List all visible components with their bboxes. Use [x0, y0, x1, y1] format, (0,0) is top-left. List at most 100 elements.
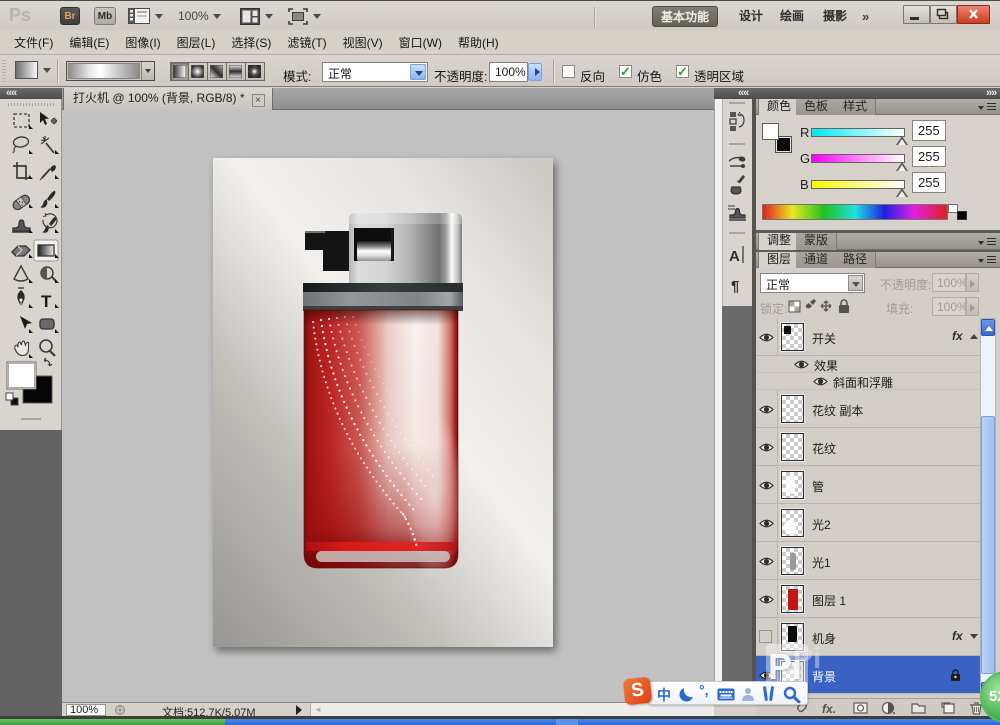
layer-visibility-toggle[interactable] — [756, 542, 778, 580]
red-value-input[interactable]: 255 — [912, 120, 946, 141]
layer-name[interactable]: 光2 — [812, 516, 831, 533]
dock-collapse-icon[interactable]: «« — [738, 87, 748, 99]
tab-adjustments[interactable]: 调整 — [758, 233, 800, 250]
ime-user-icon[interactable] — [741, 687, 755, 702]
new-adjustment-icon[interactable] — [883, 703, 896, 715]
layer-thumbnail[interactable] — [781, 585, 804, 613]
minibridge-dropdown-arrow[interactable] — [155, 14, 163, 19]
layer-name[interactable]: 管 — [812, 478, 824, 495]
layer-effects-row[interactable]: 效果 — [756, 356, 980, 373]
arrange-documents-icon[interactable] — [240, 8, 260, 25]
toolbar-bottom-grip[interactable] — [21, 418, 41, 420]
opacity-input[interactable]: 100% — [489, 62, 528, 82]
reverse-checkbox[interactable] — [562, 65, 575, 78]
blend-dropdown-arrow[interactable] — [848, 275, 863, 291]
diamond-gradient-button[interactable] — [246, 62, 265, 81]
ime-skin-icon[interactable] — [761, 685, 775, 703]
toolbar-collapse-header[interactable]: «« — [0, 88, 62, 99]
menu-layer[interactable]: 图层(L) — [177, 34, 216, 51]
scroll-up-button[interactable] — [981, 319, 995, 336]
clone-source-panel-icon[interactable] — [728, 206, 746, 220]
tool-eyedropper[interactable] — [40, 165, 59, 180]
layers-panel-menu-icon[interactable] — [978, 256, 996, 265]
workspace-overflow-chevron[interactable]: » — [862, 9, 867, 24]
layers-scrollbar[interactable] — [980, 318, 996, 698]
layer-style-icon[interactable]: fx. — [822, 702, 836, 715]
layer-fx-badge[interactable]: fx — [952, 629, 963, 643]
ime-keyboard-icon[interactable] — [717, 688, 735, 701]
tool-zoom[interactable] — [40, 340, 55, 356]
lock-image-icon[interactable] — [806, 299, 816, 308]
lock-transparency-icon[interactable] — [789, 301, 800, 312]
dither-checkbox[interactable] — [619, 65, 632, 78]
lock-all-icon[interactable] — [839, 300, 849, 313]
ramp-black-swatch[interactable] — [957, 211, 967, 220]
statusbar-flyout-arrow[interactable] — [296, 705, 302, 715]
layer-row-0[interactable]: 开关fx — [756, 318, 980, 356]
taskbar-button[interactable] — [556, 719, 578, 725]
paragraph-panel-icon[interactable]: ¶ — [731, 278, 739, 295]
new-layer-icon[interactable] — [942, 703, 954, 713]
tab-channels[interactable]: 通道 — [796, 252, 837, 268]
document-tab[interactable]: 打火机 @ 100% (背景, RGB/8) *× — [63, 88, 273, 110]
blue-value-input[interactable]: 255 — [912, 172, 946, 193]
reflected-gradient-button[interactable] — [227, 62, 246, 81]
layer-thumbnail[interactable] — [781, 471, 804, 499]
tool-lasso[interactable] — [13, 136, 33, 154]
layer-thumbnail[interactable] — [781, 433, 804, 461]
tab-masks[interactable]: 蒙版 — [796, 233, 837, 250]
tab-styles[interactable]: 样式 — [835, 99, 876, 115]
red-slider-track[interactable] — [811, 128, 905, 137]
layer-visibility-toggle[interactable] — [756, 504, 778, 542]
tool-blur[interactable] — [14, 266, 33, 283]
tab-paths[interactable]: 路径 — [835, 252, 876, 268]
screenmode-dropdown-arrow[interactable] — [313, 14, 321, 19]
window-restore-button[interactable] — [930, 5, 957, 24]
launch-minibridge-button[interactable]: Mb — [94, 7, 116, 25]
tool-history-brush[interactable] — [42, 213, 59, 233]
blend-mode-select[interactable]: 正常 — [322, 62, 428, 82]
swap-colors-icon[interactable] — [44, 358, 52, 366]
statusbar-network-icon[interactable] — [114, 704, 128, 716]
linear-gradient-button[interactable] — [170, 62, 189, 81]
statusbar-zoom-input[interactable]: 100% — [66, 704, 106, 716]
scroll-thumb[interactable] — [981, 416, 995, 674]
history-panel-icon[interactable] — [730, 112, 744, 131]
layer-visibility-toggle[interactable] — [756, 318, 778, 356]
menu-help[interactable]: 帮助(H) — [458, 34, 499, 51]
layer-name[interactable]: 花纹 — [812, 440, 836, 457]
document-canvas[interactable] — [213, 158, 553, 647]
menu-edit[interactable]: 编辑(E) — [69, 34, 109, 51]
foreground-color-swatch[interactable] — [7, 362, 36, 389]
tab-layers[interactable]: 图层 — [758, 252, 800, 268]
layer-visibility-toggle[interactable] — [756, 428, 778, 466]
workspace-tab-essentials[interactable]: 基本功能 — [652, 6, 718, 27]
zoom-dropdown-arrow[interactable] — [213, 14, 221, 19]
layer-opacity-slider-btn[interactable] — [966, 273, 979, 292]
panel-dock-header[interactable]: «« »» — [714, 88, 1000, 99]
fx-collapse-arrow[interactable] — [970, 334, 978, 339]
menu-select[interactable]: 选择(S) — [231, 34, 271, 51]
arrange-dropdown-arrow[interactable] — [265, 14, 273, 19]
blue-slider-thumb[interactable] — [896, 188, 908, 197]
color-spectrum-ramp[interactable] — [762, 204, 948, 220]
add-mask-icon[interactable] — [854, 703, 867, 713]
fx-expand-arrow[interactable] — [970, 634, 978, 639]
layer-thumbnail[interactable] — [781, 395, 804, 423]
tool-brush[interactable] — [40, 191, 59, 208]
toolbar-collapse-icon[interactable]: «« — [6, 87, 16, 99]
toolbar-grip[interactable] — [8, 103, 54, 106]
layer-row-8[interactable]: 图层 1 — [756, 580, 980, 618]
workspace-tab-design[interactable]: 设计 — [731, 6, 771, 27]
tool-crop[interactable] — [13, 162, 33, 180]
ime-tools-icon[interactable] — [783, 686, 801, 703]
canvas-vertical-scrollbar[interactable] — [714, 99, 722, 702]
menu-file[interactable]: 文件(F) — [14, 34, 53, 51]
layer-row-3[interactable]: 花纹 副本 — [756, 390, 980, 428]
layer-thumbnail[interactable] — [781, 547, 804, 575]
tool-clone-stamp[interactable] — [12, 220, 33, 233]
window-close-button[interactable] — [957, 5, 990, 24]
tab-color[interactable]: 颜色 — [758, 99, 800, 115]
workspace-tab-photography[interactable]: 摄影 — [815, 6, 855, 27]
ime-fullhalf-moon-icon[interactable] — [679, 687, 695, 702]
